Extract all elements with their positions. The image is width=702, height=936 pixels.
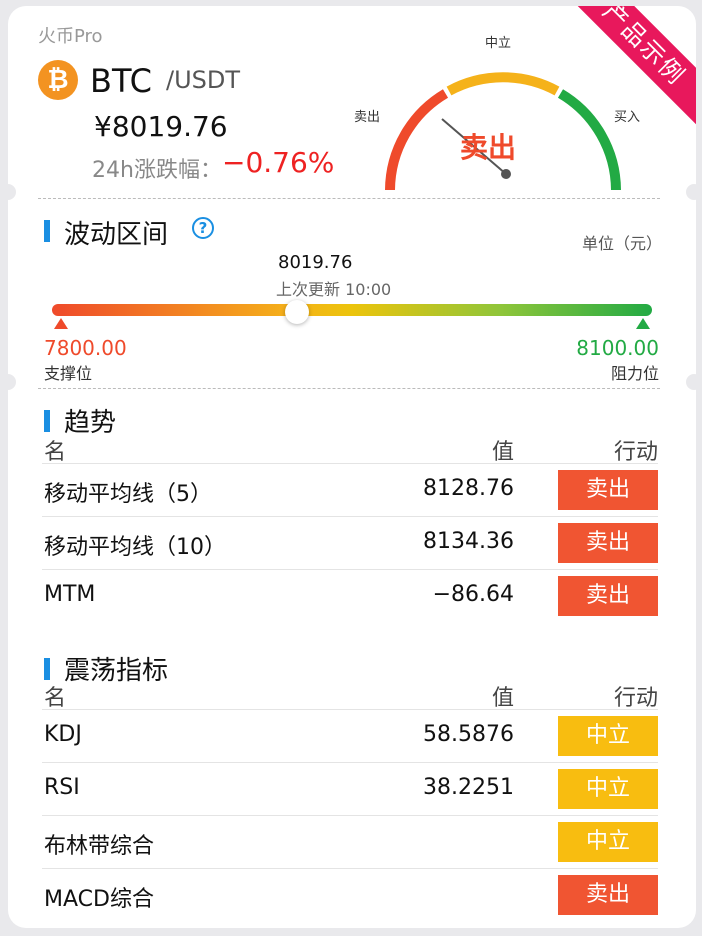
header-action: 行动	[613, 686, 658, 711]
indicator-value: 38.2251	[423, 775, 514, 800]
indicator-card: 产品示例 火币Pro ₿ BTC /USDT ¥8019.76 24h涨跌幅： …	[8, 6, 696, 928]
section-marker	[44, 410, 50, 432]
table-row: 布林带综合 中立	[42, 816, 658, 869]
volatility-range-bar	[52, 304, 652, 316]
indicator-name: 移动平均线（10）	[44, 535, 226, 560]
range-thumb	[284, 300, 309, 324]
change-value: −0.76%	[222, 146, 335, 179]
divider	[38, 198, 660, 199]
card-notch	[0, 374, 16, 390]
support-value: 7800.00	[44, 336, 127, 360]
card-notch	[686, 184, 702, 200]
change-label: 24h涨跌幅：	[92, 158, 222, 183]
header-value: 值	[491, 686, 514, 711]
header-name: 名	[44, 686, 67, 711]
table-row: MACD综合 卖出	[42, 869, 658, 922]
gauge-sell-arc	[385, 89, 449, 191]
action-badge[interactable]: 卖出	[558, 875, 658, 915]
coin-symbol: BTC	[90, 62, 152, 100]
indicator-name: MTM	[44, 582, 96, 607]
gauge-pivot	[501, 169, 511, 179]
action-badge[interactable]: 中立	[558, 716, 658, 756]
indicator-name: MACD综合	[44, 887, 154, 912]
table-row: 移动平均线（10） 8134.36 卖出	[42, 517, 658, 570]
indicator-name: KDJ	[44, 722, 82, 747]
divider	[38, 388, 660, 389]
gauge-label-buy: 买入	[614, 110, 641, 125]
bitcoin-icon: ₿	[38, 60, 78, 100]
trend-table: 名 值 行动 移动平均线（5） 8128.76 卖出 移动平均线（10） 8134.36…	[42, 434, 658, 623]
gauge-label-neutral: 中立	[485, 36, 512, 51]
unit-label: 单位（元）	[581, 234, 662, 253]
last-updated: 上次更新 10:00	[276, 280, 392, 299]
indicator-value: −86.64	[432, 582, 514, 607]
indicator-name: RSI	[44, 775, 80, 800]
gauge-label-sell: 卖出	[354, 110, 381, 125]
question-circle-icon[interactable]: ?	[192, 217, 214, 239]
oscillators-table: 名 值 行动 KDJ 58.5876 中立 RSI 38.2251 中立 布林带综合 中立 MA…	[42, 680, 658, 922]
indicator-name: 移动平均线（5）	[44, 482, 212, 507]
support-label: 支撑位	[44, 364, 93, 383]
card-notch	[0, 184, 16, 200]
section-marker	[44, 658, 50, 680]
action-badge[interactable]: 中立	[558, 822, 658, 862]
action-badge[interactable]: 卖出	[558, 470, 658, 510]
table-header: 名 值 行动	[42, 434, 658, 465]
indicator-value: 8128.76	[423, 476, 514, 501]
card-notch	[686, 374, 702, 390]
header-name: 名	[44, 440, 67, 465]
indicator-value: 58.5876	[423, 722, 514, 747]
action-badge[interactable]: 卖出	[558, 523, 658, 563]
sentiment-gauge	[385, 72, 621, 191]
section-marker	[44, 220, 50, 242]
resistance-value: 8100.00	[576, 336, 659, 360]
gauge-neutral-arc	[446, 72, 560, 96]
action-badge[interactable]: 中立	[558, 769, 658, 809]
action-badge[interactable]: 卖出	[558, 576, 658, 616]
table-row: MTM −86.64 卖出	[42, 570, 658, 623]
brand-label: 火币Pro	[38, 26, 103, 47]
quote-pair: /USDT	[166, 66, 241, 94]
header-action: 行动	[613, 440, 658, 465]
table-row: 移动平均线（5） 8128.76 卖出	[42, 464, 658, 517]
indicator-name: 布林带综合	[44, 834, 155, 859]
gauge-buy-arc	[557, 89, 621, 191]
range-title: 波动区间	[64, 220, 169, 250]
current-value: 8019.76	[278, 252, 353, 273]
support-marker-icon	[54, 318, 68, 329]
current-price: ¥8019.76	[94, 110, 228, 143]
table-header: 名 值 行动	[42, 680, 658, 711]
table-row: KDJ 58.5876 中立	[42, 710, 658, 763]
resistance-label: 阻力位	[610, 364, 659, 383]
gauge-result: 卖出	[460, 131, 517, 164]
indicator-value: 8134.36	[423, 529, 514, 554]
resistance-marker-icon	[636, 318, 650, 329]
table-row: RSI 38.2251 中立	[42, 763, 658, 816]
header-value: 值	[491, 440, 514, 465]
